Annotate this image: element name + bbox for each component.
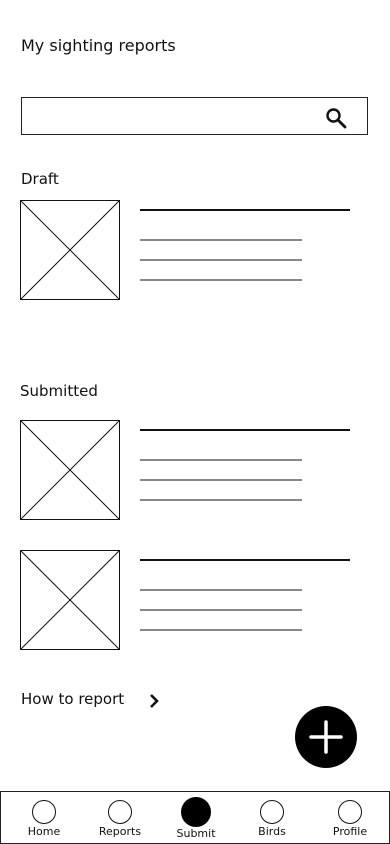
nav-label: Profile xyxy=(332,825,368,838)
image-placeholder-icon xyxy=(20,550,120,650)
nav-item-birds[interactable]: Birds xyxy=(233,792,311,843)
reports-icon xyxy=(108,800,132,824)
nav-item-home[interactable]: Home xyxy=(5,792,83,843)
search-input[interactable] xyxy=(28,104,322,130)
plus-icon xyxy=(309,720,343,754)
submitted-report-card[interactable] xyxy=(20,420,350,520)
add-report-button[interactable] xyxy=(295,706,357,768)
birds-icon xyxy=(260,800,284,824)
report-text-placeholder xyxy=(140,279,302,281)
nav-label: Reports xyxy=(98,825,142,838)
home-icon xyxy=(32,800,56,824)
draft-section-label: Draft xyxy=(21,170,59,188)
submitted-report-card[interactable] xyxy=(20,550,350,650)
report-text-placeholder xyxy=(140,499,302,501)
bottom-nav: Home Reports Submit Birds Profile xyxy=(0,791,390,844)
submit-icon xyxy=(181,797,211,827)
search-bar[interactable] xyxy=(21,97,368,135)
report-text-placeholder xyxy=(140,239,302,241)
nav-label: Birds xyxy=(258,825,286,838)
profile-icon xyxy=(338,800,362,824)
submitted-section-label: Submitted xyxy=(20,382,98,400)
report-text-placeholder xyxy=(140,609,302,611)
nav-item-submit[interactable]: Submit xyxy=(157,792,235,843)
chevron-right-icon[interactable] xyxy=(147,692,161,710)
report-text-placeholder xyxy=(140,589,302,591)
nav-item-reports[interactable]: Reports xyxy=(81,792,159,843)
image-placeholder-icon xyxy=(20,420,120,520)
report-text-placeholder xyxy=(140,629,302,631)
report-text-placeholder xyxy=(140,259,302,261)
nav-item-profile[interactable]: Profile xyxy=(311,792,389,843)
report-title-placeholder xyxy=(140,429,350,431)
nav-label: Home xyxy=(27,825,61,838)
draft-report-card[interactable] xyxy=(20,200,350,300)
report-title-placeholder xyxy=(140,209,350,211)
search-icon[interactable] xyxy=(325,107,347,129)
report-text-placeholder xyxy=(140,479,302,481)
report-text-placeholder xyxy=(140,459,302,461)
image-placeholder-icon xyxy=(20,200,120,300)
how-to-report-link[interactable]: How to report xyxy=(21,690,124,708)
nav-label: Submit xyxy=(176,827,216,840)
page-title: My sighting reports xyxy=(21,36,176,55)
report-title-placeholder xyxy=(140,559,350,561)
